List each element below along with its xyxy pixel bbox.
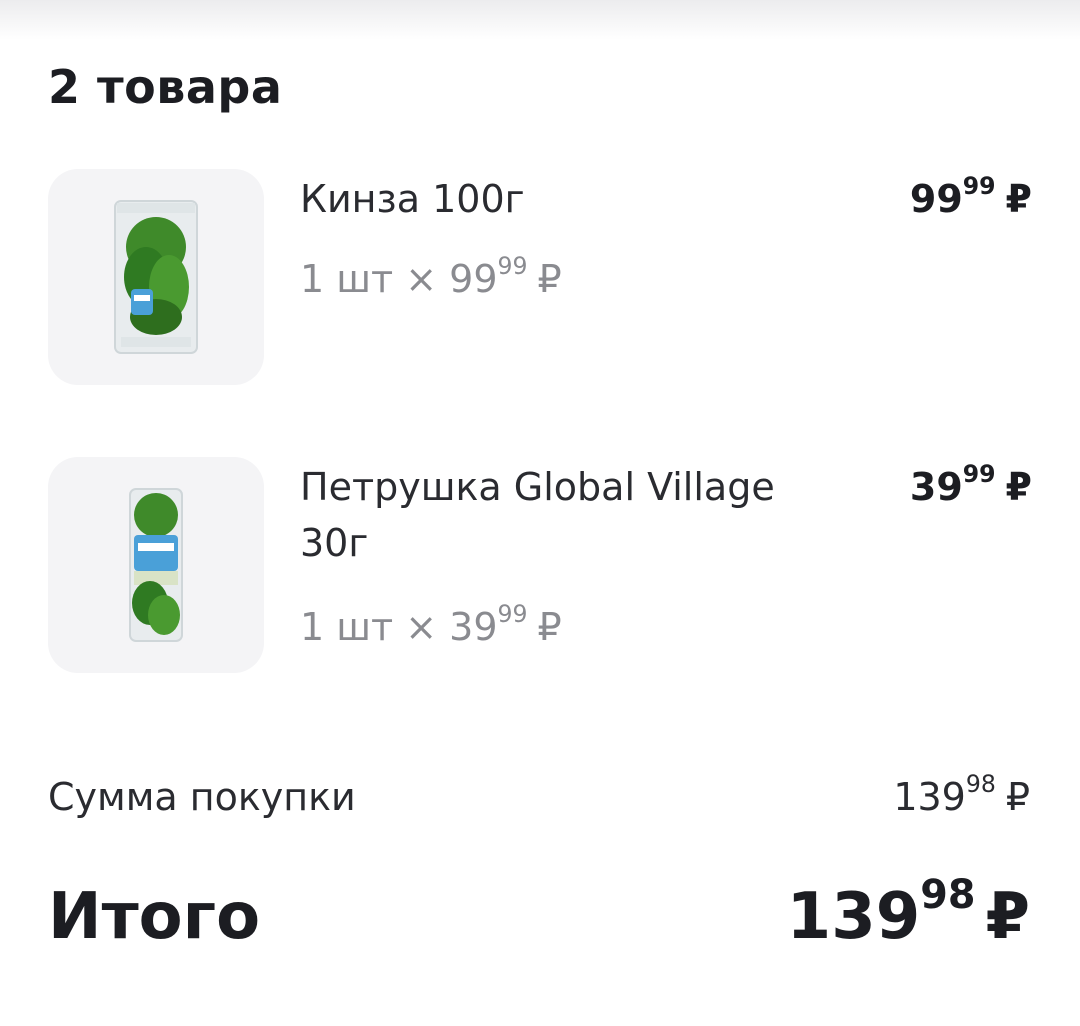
- currency-sign: ₽: [537, 605, 562, 649]
- total-label: Итого: [48, 880, 261, 954]
- product-price: 3999 ₽: [909, 460, 1032, 509]
- price-int: 99: [909, 177, 963, 221]
- product-name[interactable]: Петрушка Global Village 30г: [300, 459, 820, 571]
- cart-item[interactable]: Петрушка Global Village 30г 1 шт × 3999 ₽…: [48, 457, 1032, 673]
- sum-dec: 98: [965, 770, 996, 799]
- top-shadow: [0, 0, 1080, 40]
- price-int: 39: [909, 465, 963, 509]
- parsley-pack-icon: [129, 488, 183, 642]
- product-quantity: 1 шт × 3999 ₽: [300, 600, 562, 649]
- sum-int: 139: [893, 775, 966, 819]
- items-count-title: 2 товара: [48, 60, 283, 114]
- total-dec: 98: [920, 872, 976, 919]
- product-quantity: 1 шт × 9999 ₽: [300, 252, 562, 301]
- total-value: 13998 ₽: [786, 872, 1030, 954]
- purchase-sum-label: Сумма покупки: [48, 775, 356, 819]
- price-dec: 99: [962, 460, 996, 489]
- currency-sign: ₽: [1005, 465, 1032, 509]
- purchase-sum-value: 13998 ₽: [893, 770, 1030, 819]
- total-int: 139: [786, 880, 921, 954]
- cart-item[interactable]: Кинза 100г 1 шт × 9999 ₽ 9999 ₽: [48, 169, 1032, 385]
- cilantro-pack-icon: [114, 200, 198, 354]
- order-summary-page: 2 товара Кинза 100г 1 шт × 9999₽ 9999₽: [0, 0, 1080, 1026]
- currency-sign: ₽: [985, 880, 1030, 954]
- product-image[interactable]: [48, 169, 264, 385]
- product-price: 9999 ₽: [909, 172, 1032, 221]
- currency-sign: ₽: [1005, 775, 1030, 819]
- currency-sign: ₽: [1005, 177, 1032, 221]
- product-image[interactable]: [48, 457, 264, 673]
- price-dec: 99: [962, 172, 996, 201]
- product-name[interactable]: Кинза 100г: [300, 171, 820, 227]
- unit-price-int: 39: [449, 605, 498, 649]
- unit-price-int: 99: [449, 257, 498, 301]
- qty-prefix: 1 шт ×: [300, 605, 450, 649]
- unit-price-dec: 99: [497, 600, 528, 629]
- currency-sign: ₽: [537, 257, 562, 301]
- unit-price-dec: 99: [497, 252, 528, 281]
- qty-prefix: 1 шт ×: [300, 257, 450, 301]
